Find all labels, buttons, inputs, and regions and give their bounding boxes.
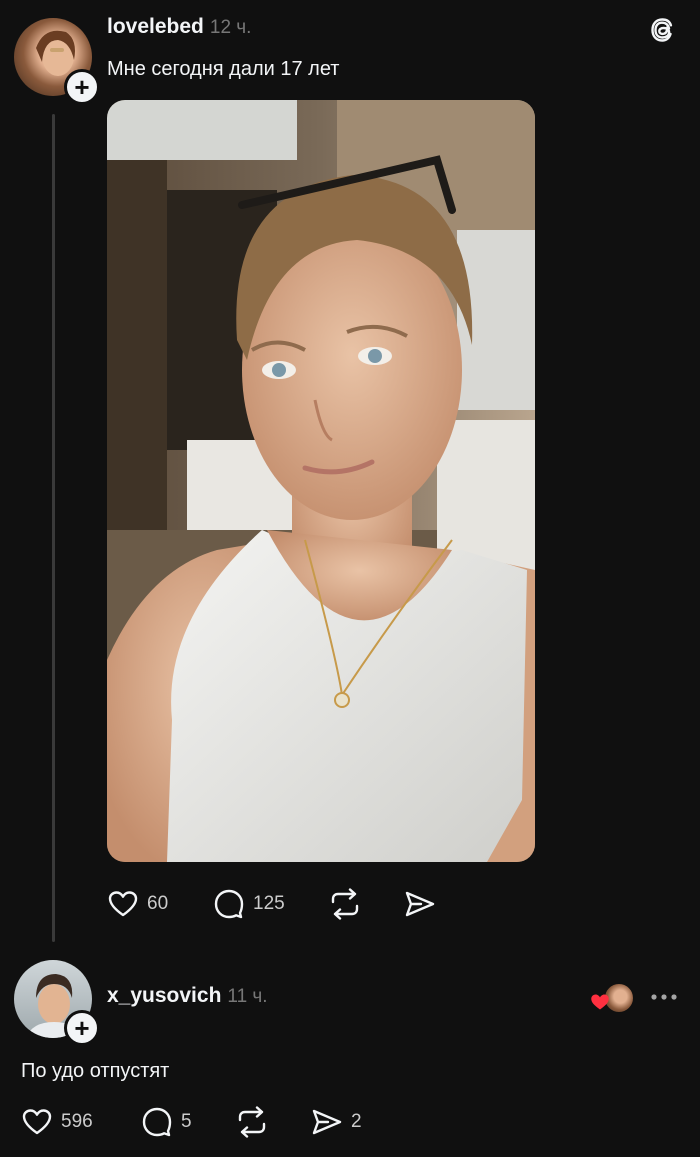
reply-username[interactable]: x_yusovich xyxy=(107,984,221,1008)
post-like-button[interactable]: 60 xyxy=(107,888,168,920)
reply-time: 11 ч. xyxy=(227,986,268,1007)
share-icon xyxy=(404,888,436,920)
post-header: lovelebed 12 ч. xyxy=(107,15,251,39)
comment-icon xyxy=(213,888,245,920)
threads-logo-icon[interactable] xyxy=(647,14,679,46)
repost-icon xyxy=(328,888,362,920)
post-comment-button[interactable]: 125 xyxy=(213,888,285,920)
follow-author-button[interactable]: + xyxy=(64,69,100,105)
reply-header: x_yusovich 11 ч. xyxy=(107,984,268,1008)
post-text: Мне сегодня дали 17 лет xyxy=(107,58,340,80)
post-photo[interactable] xyxy=(107,100,535,862)
author-username[interactable]: lovelebed xyxy=(107,15,204,39)
more-icon[interactable] xyxy=(649,989,679,1005)
follow-reply-author-button[interactable]: + xyxy=(64,1010,100,1046)
reply-repost-button[interactable] xyxy=(235,1106,269,1138)
reply-text: По удо отпустят xyxy=(21,1060,170,1082)
repost-icon xyxy=(235,1106,269,1138)
post-like-count: 60 xyxy=(147,893,169,914)
heart-icon xyxy=(21,1106,53,1138)
heart-icon xyxy=(107,888,139,920)
reply-share-count: 2 xyxy=(351,1111,362,1132)
reply-like-count: 596 xyxy=(61,1111,93,1132)
reply-like-button[interactable]: 596 xyxy=(21,1106,93,1138)
reply-comment-button[interactable]: 5 xyxy=(141,1106,192,1138)
reply-comment-count: 5 xyxy=(181,1111,192,1132)
post-share-button[interactable] xyxy=(404,888,436,920)
post-repost-button[interactable] xyxy=(328,888,362,920)
heart-filled-icon xyxy=(590,993,610,1016)
post-comment-count: 125 xyxy=(253,893,285,914)
comment-icon xyxy=(141,1106,173,1138)
plus-icon: + xyxy=(74,72,90,102)
share-icon xyxy=(311,1106,343,1138)
reply-share-button[interactable]: 2 xyxy=(311,1106,362,1138)
liked-by-author-indicator xyxy=(590,983,634,1013)
post-time: 12 ч. xyxy=(209,17,252,38)
plus-icon: + xyxy=(74,1013,90,1043)
thread-line xyxy=(52,114,55,942)
